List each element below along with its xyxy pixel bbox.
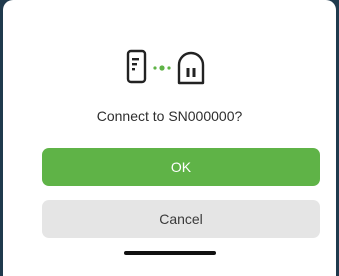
connection-graphic <box>3 48 336 88</box>
connection-graphic-svg <box>126 49 204 85</box>
connection-dots-icon <box>152 65 171 71</box>
ok-button[interactable]: OK <box>42 148 320 186</box>
connect-dialog: Connect to SN000000? OK Cancel <box>3 0 336 276</box>
device-pause-icon <box>177 51 204 85</box>
cancel-button[interactable]: Cancel <box>42 200 320 238</box>
home-indicator <box>124 251 216 255</box>
connect-message: Connect to SN000000? <box>96 108 243 124</box>
phone-icon <box>126 49 146 84</box>
